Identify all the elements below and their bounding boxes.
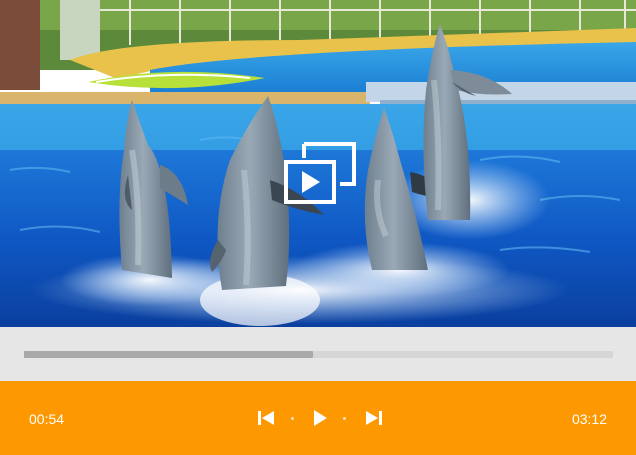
skip-previous-icon <box>258 411 274 425</box>
next-button[interactable] <box>364 408 384 428</box>
separator-dot <box>343 417 346 420</box>
progress-area <box>0 327 636 381</box>
play-button[interactable] <box>310 408 330 428</box>
control-bar: 00:54 03:12 <box>0 381 636 455</box>
video-frame[interactable] <box>0 0 636 327</box>
play-icon <box>314 410 327 426</box>
current-time: 00:54 <box>29 411 65 427</box>
total-time: 03:12 <box>571 411 607 427</box>
progress-fill <box>24 351 313 358</box>
previous-button[interactable] <box>256 408 276 428</box>
cast-icon <box>284 142 356 204</box>
progress-bar[interactable] <box>24 351 613 358</box>
video-player: 00:54 03:12 <box>0 0 636 455</box>
separator-dot <box>291 417 294 420</box>
cast-button[interactable] <box>282 140 358 206</box>
skip-next-icon <box>366 411 382 425</box>
